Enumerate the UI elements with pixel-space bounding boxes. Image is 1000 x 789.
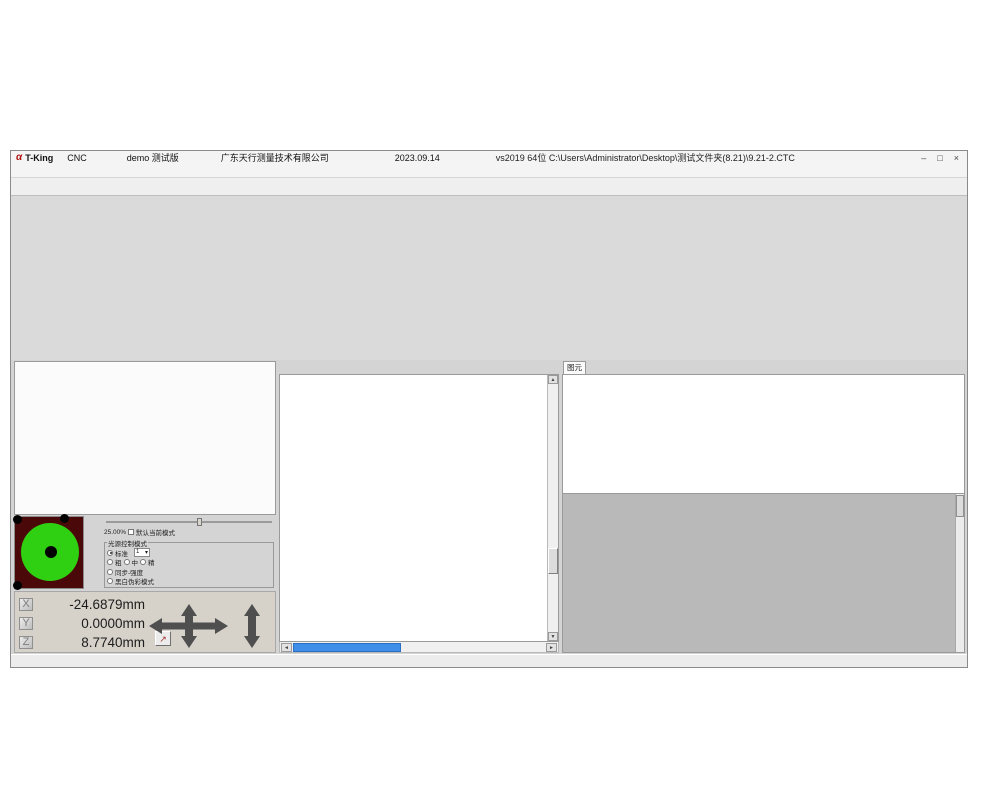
measure-toolbox xyxy=(14,361,276,515)
y-axis-icon: Y xyxy=(19,617,33,630)
ring-corner-dot xyxy=(13,581,22,590)
scroll-left-icon[interactable]: ◄ xyxy=(281,643,292,652)
results-tabs xyxy=(279,361,559,374)
company-label: 广东天行测量技术有限公司 xyxy=(221,151,329,164)
app-title: T-King xyxy=(25,153,53,163)
horizontal-scroll-thumb[interactable] xyxy=(293,643,401,652)
vertical-scrollbar[interactable]: ▲ ▼ xyxy=(547,375,558,641)
light-options: 25.00% 默认当前模式 光源控制模式 标准 1▾ xyxy=(104,516,276,590)
element-panel-empty-area xyxy=(562,494,965,653)
y-coordinate-value: 0.0000mm xyxy=(41,616,145,631)
z-coordinate-value: 8.7740mm xyxy=(41,635,145,650)
scroll-right-icon[interactable]: ► xyxy=(546,643,557,652)
app-subtitle: CNC xyxy=(67,153,87,163)
close-button[interactable]: × xyxy=(954,153,959,163)
menu-bar xyxy=(11,165,967,178)
radio-medium[interactable] xyxy=(124,559,130,565)
minimize-button[interactable]: – xyxy=(921,153,926,163)
ring-light-preview[interactable] xyxy=(14,516,84,589)
main-area: 25.00% 默认当前模式 光源控制模式 标准 1▾ xyxy=(11,360,967,654)
radio-fine-label: 精 xyxy=(148,557,155,567)
radio-standard[interactable] xyxy=(107,550,113,556)
vertical-scroll-thumb[interactable] xyxy=(548,548,558,574)
vertical-scroll-track[interactable] xyxy=(548,384,558,632)
window-controls: – □ × xyxy=(921,153,962,163)
radio-medium-label: 中 xyxy=(132,557,139,567)
results-panel: ▲ ▼ ◄ ► xyxy=(279,361,559,653)
element-properties-panel: 图元 xyxy=(562,361,965,653)
app-window: α T-King CNC demo 测试版 广东天行测量技术有限公司 2023.… xyxy=(10,150,968,668)
radio-coarse-label: 粗 xyxy=(115,557,122,567)
element-panel-scroll-thumb[interactable] xyxy=(956,495,964,517)
light-control-panel: 25.00% 默认当前模式 光源控制模式 标准 1▾ xyxy=(14,516,276,590)
radio-pseudo-label: 黑白伪彩模式 xyxy=(115,576,154,586)
radio-standard-label: 标准 xyxy=(115,548,128,558)
master-light-value: 25.00% xyxy=(104,529,126,536)
light-level-select[interactable]: 1▾ xyxy=(134,548,150,557)
ring-corner-dot xyxy=(60,514,69,523)
app-logo-icon: α xyxy=(16,152,22,163)
horizontal-scrollbar[interactable]: ◄ ► xyxy=(279,642,559,653)
center-column: 25.00% 默认当前模式 光源控制模式 标准 1▾ xyxy=(14,361,276,653)
x-coordinate-value: -24.6879mm xyxy=(41,597,145,612)
radio-sync[interactable] xyxy=(107,569,113,575)
master-light-slider[interactable] xyxy=(106,518,272,526)
date-label: 2023.09.14 xyxy=(395,153,440,163)
tab-element[interactable]: 图元 xyxy=(563,361,586,374)
radio-pseudo[interactable] xyxy=(107,578,113,584)
radio-sync-label: 同步-强度 xyxy=(115,567,143,577)
chevron-down-icon: ▾ xyxy=(145,549,148,556)
toolbar xyxy=(11,178,967,196)
radio-fine[interactable] xyxy=(140,559,146,565)
element-properties-grid xyxy=(562,374,965,494)
radio-coarse[interactable] xyxy=(107,559,113,565)
default-mode-checkbox[interactable] xyxy=(128,529,134,535)
default-mode-label: 默认当前模式 xyxy=(136,527,175,537)
scroll-down-icon[interactable]: ▼ xyxy=(548,632,558,641)
dro-panel: X -24.6879mm Y 0.0000mm Z 8.7740mm ↗ xyxy=(14,591,276,653)
file-path-label: vs2019 64位 C:\Users\Administrator\Deskto… xyxy=(496,151,795,164)
ring-light-mode-buttons xyxy=(85,516,100,590)
camera-views xyxy=(11,196,967,361)
desktop: α T-King CNC demo 测试版 广东天行测量技术有限公司 2023.… xyxy=(0,0,1000,789)
jog-arrows-icon[interactable] xyxy=(149,604,267,648)
light-mode-group: 光源控制模式 标准 1▾ 粗 中 xyxy=(104,538,274,588)
title-bar[interactable]: α T-King CNC demo 测试版 广东天行测量技术有限公司 2023.… xyxy=(11,151,967,165)
element-panel-scrollbar[interactable] xyxy=(955,494,964,652)
results-grid xyxy=(280,375,547,641)
z-axis-icon: Z xyxy=(19,636,33,649)
edition-label: demo 测试版 xyxy=(127,151,179,164)
maximize-button[interactable]: □ xyxy=(937,153,942,163)
master-light-slider-thumb[interactable] xyxy=(197,518,202,526)
ring-corner-dot xyxy=(13,515,22,524)
light-level-value: 1 xyxy=(136,549,139,556)
status-bar xyxy=(11,654,967,667)
x-axis-icon: X xyxy=(19,598,33,611)
results-grid-wrap: ▲ ▼ xyxy=(279,374,559,642)
scroll-up-icon[interactable]: ▲ xyxy=(548,375,558,384)
light-mode-group-title: 光源控制模式 xyxy=(107,538,148,548)
